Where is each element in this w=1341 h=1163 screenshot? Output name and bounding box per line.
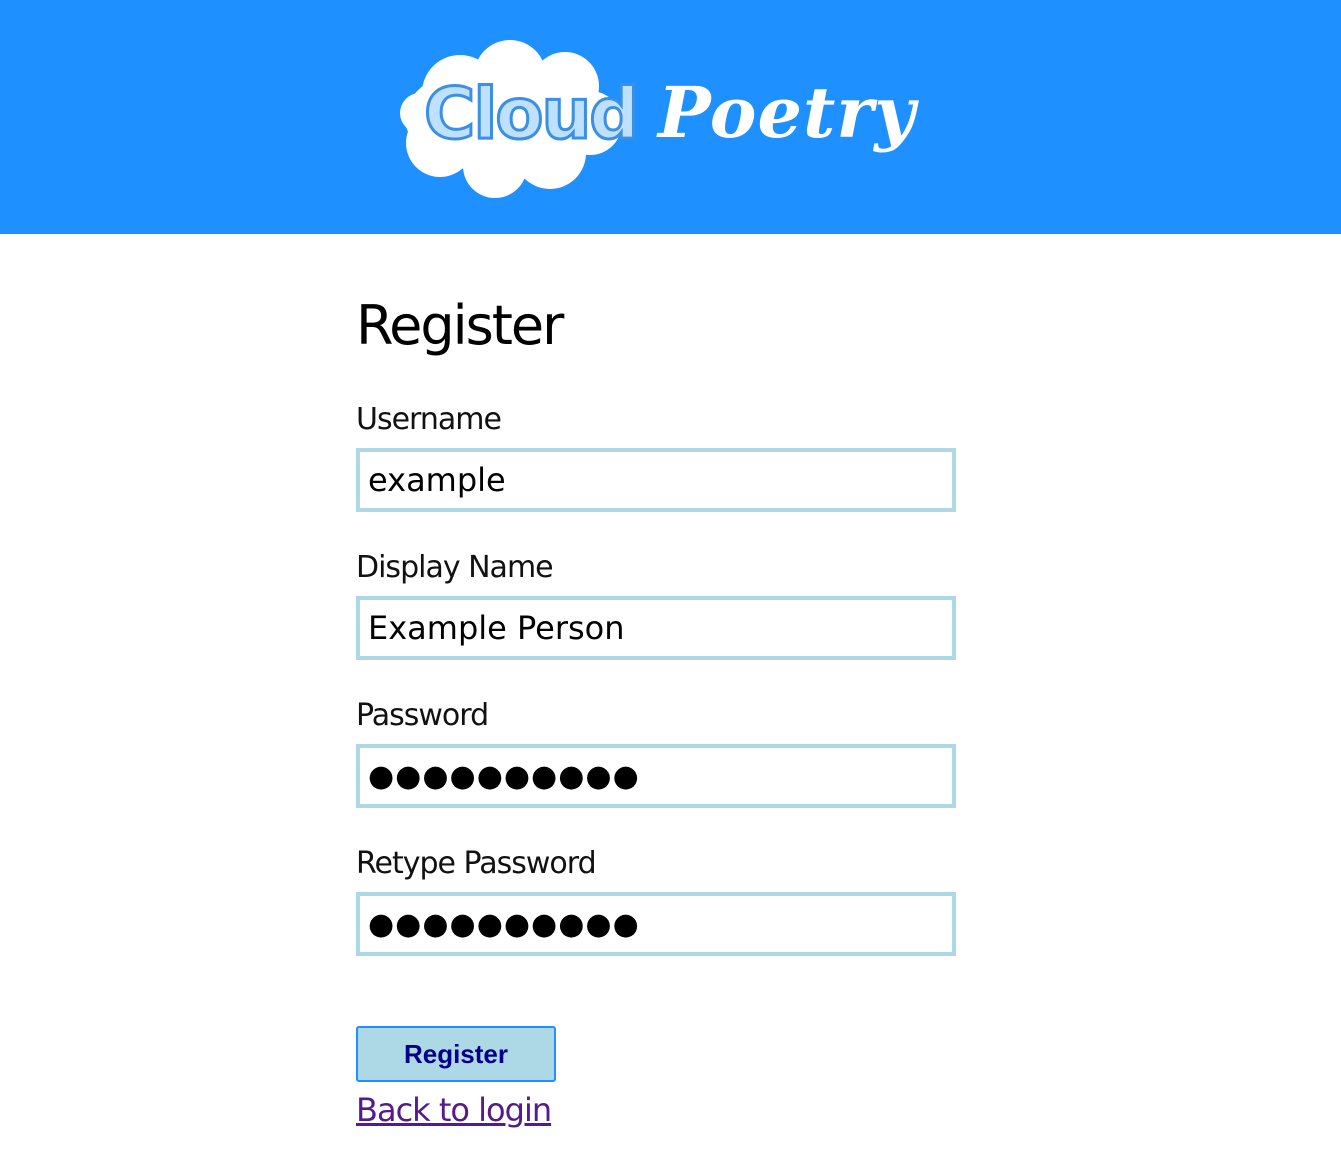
logo-text-cloud: Cloud xyxy=(422,73,640,156)
username-label: Username xyxy=(356,402,502,437)
display-name-input[interactable] xyxy=(356,596,956,660)
display-name-label: Display Name xyxy=(356,550,554,585)
register-button[interactable]: Register xyxy=(356,1026,556,1082)
logo-text-poetry: Poetry xyxy=(658,71,916,154)
page-title: Register xyxy=(356,294,564,357)
retype-password-label: Retype Password xyxy=(356,846,597,881)
retype-password-input[interactable] xyxy=(356,892,956,956)
back-to-login-link[interactable]: Back to login xyxy=(356,1088,552,1132)
username-input[interactable] xyxy=(356,448,956,512)
cloudpoetry-logo[interactable]: Cloud Poetry xyxy=(400,38,915,198)
site-header: Cloud Poetry xyxy=(0,0,1341,234)
password-input[interactable] xyxy=(356,744,956,808)
password-label: Password xyxy=(356,698,489,733)
